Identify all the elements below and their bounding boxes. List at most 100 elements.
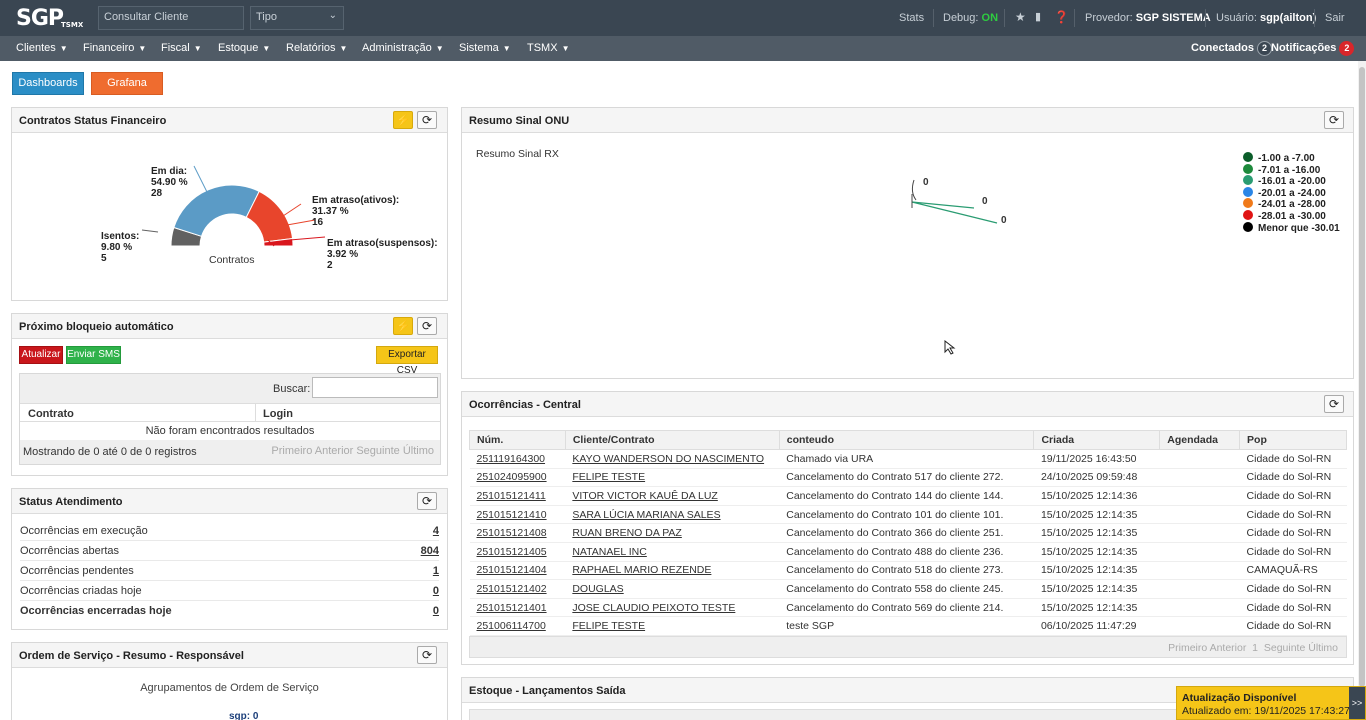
status-count-link[interactable]: 0 <box>433 605 439 617</box>
panel-title: Status Atendimento <box>19 496 123 508</box>
client-link[interactable]: SARA LÚCIA MARIANA SALES <box>572 509 720 521</box>
lightning-icon[interactable]: ⚡ <box>393 111 413 129</box>
column-header[interactable]: Pop <box>1239 430 1347 450</box>
client-link[interactable]: FELIPE TESTE <box>572 620 645 632</box>
sgp-logo[interactable]: SGPTSMX <box>16 6 85 31</box>
send-sms-button[interactable]: Enviar SMS <box>66 346 121 364</box>
help-icon[interactable]: ❓ <box>1054 10 1069 24</box>
search-input[interactable] <box>312 377 438 398</box>
occurrence-number-link[interactable]: 251015121408 <box>477 527 547 539</box>
next-page-link[interactable]: Seguinte <box>1264 642 1305 654</box>
occurrence-number-link[interactable]: 251006114700 <box>477 620 546 632</box>
table-row[interactable]: 251015121405 NATANAEL INC Cancelamento do … <box>469 542 1347 562</box>
occurrence-number-link[interactable]: 251015121411 <box>477 490 546 502</box>
legend-item[interactable]: -1.00 a -7.00 <box>1243 152 1315 164</box>
nav-sistema[interactable]: Sistema ▼ <box>459 42 511 54</box>
type-select[interactable]: Tipo ⌄ <box>250 6 344 30</box>
nav-estoque[interactable]: Estoque ▼ <box>218 42 270 54</box>
refresh-icon[interactable]: ⟳ <box>417 317 437 335</box>
table-row[interactable]: 251015121401 JOSE CLAUDIO PEIXOTO TESTE Ca… <box>469 598 1347 618</box>
table-row[interactable]: 251015121402 DOUGLAS Cancelamento do Contr… <box>469 579 1347 599</box>
notifications-link[interactable]: Notificações 2 <box>1271 41 1355 56</box>
column-header[interactable]: Agendada <box>1159 430 1241 450</box>
pagination[interactable]: Primeiro Anterior Seguinte Último <box>271 445 434 457</box>
client-link[interactable]: VITOR VICTOR KAUÊ DA LUZ <box>572 490 717 502</box>
update-button[interactable]: Atualizar <box>19 346 63 364</box>
expand-arrow-icon[interactable]: >> <box>1349 687 1365 719</box>
page-scrollbar[interactable] <box>1358 61 1366 720</box>
table-cell: 15/10/2025 12:14:35 <box>1033 542 1160 562</box>
occurrence-number-link[interactable]: 251015121410 <box>477 509 547 521</box>
refresh-icon[interactable]: ⟳ <box>417 111 437 129</box>
search-client-input[interactable]: Consultar Cliente <box>98 6 244 30</box>
export-csv-button[interactable]: Exportar CSV <box>376 346 438 376</box>
occurrence-number-link[interactable]: 251015121405 <box>477 546 547 558</box>
column-header[interactable]: Cliente/Contrato <box>564 430 780 450</box>
onu-signal-panel: Resumo Sinal ONU ⟳ Resumo Sinal RX 0 0 0 <box>461 107 1354 379</box>
grafana-button[interactable]: Grafana <box>91 72 163 95</box>
client-link[interactable]: RAPHAEL MARIO REZENDE <box>572 564 711 576</box>
table-row[interactable]: 251006114700 FELIPE TESTE teste SGP 06/10/2… <box>469 616 1347 636</box>
legend-item[interactable]: -24.01 a -28.00 <box>1243 198 1326 210</box>
column-header[interactable]: conteudo <box>778 430 1035 450</box>
book-icon[interactable]: ▮ <box>1035 10 1041 23</box>
table-cell <box>1159 616 1240 636</box>
table-cell: Cancelamento do Contrato 518 do cliente … <box>779 561 1034 581</box>
table-cell: VITOR VICTOR KAUÊ DA LUZ <box>565 486 780 506</box>
prev-page-link[interactable]: Anterior <box>1210 642 1247 654</box>
column-header[interactable]: Núm. <box>469 430 566 450</box>
empty-message: Não foram encontrados resultados <box>20 422 440 440</box>
current-page[interactable]: 1 <box>1252 642 1258 654</box>
star-icon[interactable]: ★ <box>1015 10 1026 24</box>
col-login[interactable]: Login <box>263 408 293 420</box>
occurrence-number-link[interactable]: 251015121404 <box>477 564 547 576</box>
scrollbar-thumb[interactable] <box>1359 67 1365 687</box>
table-row[interactable]: 251015121411 VITOR VICTOR KAUÊ DA LUZ Canc… <box>469 486 1347 506</box>
table-row[interactable]: 251015121410 SARA LÚCIA MARIANA SALES Canc… <box>469 505 1347 525</box>
debug-toggle[interactable]: Debug: ON <box>943 12 998 24</box>
label-connector <box>289 236 326 241</box>
nav-tsmx[interactable]: TSMX ▼ <box>527 42 569 54</box>
client-link[interactable]: KAYO WANDERSON DO NASCIMENTO <box>572 453 764 465</box>
occurrence-number-link[interactable]: 251119164300 <box>477 453 546 465</box>
refresh-icon[interactable]: ⟳ <box>1324 395 1344 413</box>
dashboards-button[interactable]: Dashboards <box>12 72 84 95</box>
table-header: Contrato Login <box>20 403 440 422</box>
client-link[interactable]: FELIPE TESTE <box>572 471 645 483</box>
client-link[interactable]: DOUGLAS <box>572 583 623 595</box>
occurrence-number-link[interactable]: 251015121401 <box>477 602 547 614</box>
table-row[interactable]: 251119164300 KAYO WANDERSON DO NASCIMENTO… <box>469 449 1347 469</box>
client-link[interactable]: JOSE CLAUDIO PEIXOTO TESTE <box>572 602 735 614</box>
client-link[interactable]: RUAN BRENO DA PAZ <box>572 527 682 539</box>
first-page-link[interactable]: Primeiro <box>1168 642 1207 654</box>
refresh-icon[interactable]: ⟳ <box>417 646 437 664</box>
client-link[interactable]: NATANAEL INC <box>572 546 646 558</box>
stats-link[interactable]: Stats <box>899 12 924 24</box>
connected-link[interactable]: Conectados 2 <box>1191 41 1272 56</box>
nav-financeiro[interactable]: Financeiro ▼ <box>83 42 146 54</box>
status-count-link[interactable]: 0 <box>433 585 439 597</box>
status-count-link[interactable]: 804 <box>421 545 439 557</box>
legend-item[interactable]: -16.01 a -20.00 <box>1243 175 1326 187</box>
table-row[interactable]: 251024095900 FELIPE TESTE Cancelamento do … <box>469 468 1347 488</box>
nav-fiscal[interactable]: Fiscal ▼ <box>161 42 202 54</box>
table-row[interactable]: 251015121408 RUAN BRENO DA PAZ Cancelament… <box>469 523 1347 543</box>
status-count-link[interactable]: 4 <box>433 525 439 537</box>
last-page-link[interactable]: Último <box>1308 642 1338 654</box>
nav-administracao[interactable]: Administração ▼ <box>362 42 444 54</box>
nav-relatorios[interactable]: Relatórios ▼ <box>286 42 347 54</box>
table-row[interactable]: 251015121404 RAPHAEL MARIO REZENDE Cancela… <box>469 561 1347 581</box>
column-header[interactable]: Criada <box>1033 430 1161 450</box>
status-count-link[interactable]: 1 <box>433 565 439 577</box>
refresh-icon[interactable]: ⟳ <box>417 492 437 510</box>
legend-item[interactable]: Menor que -30.01 <box>1243 222 1340 234</box>
refresh-icon[interactable]: ⟳ <box>1324 111 1344 129</box>
occurrence-number-link[interactable]: 251024095900 <box>477 471 547 483</box>
occurrence-number-link[interactable]: 251015121402 <box>477 583 547 595</box>
nav-clientes[interactable]: Clientes ▼ <box>16 42 68 54</box>
legend-item[interactable]: -28.01 a -30.00 <box>1243 210 1326 222</box>
logout-link[interactable]: Sair <box>1325 12 1345 24</box>
update-available-toast[interactable]: Atualização Disponível Atualizado em: 19… <box>1176 686 1366 720</box>
col-contract[interactable]: Contrato <box>28 408 74 420</box>
lightning-icon[interactable]: ⚡ <box>393 317 413 335</box>
